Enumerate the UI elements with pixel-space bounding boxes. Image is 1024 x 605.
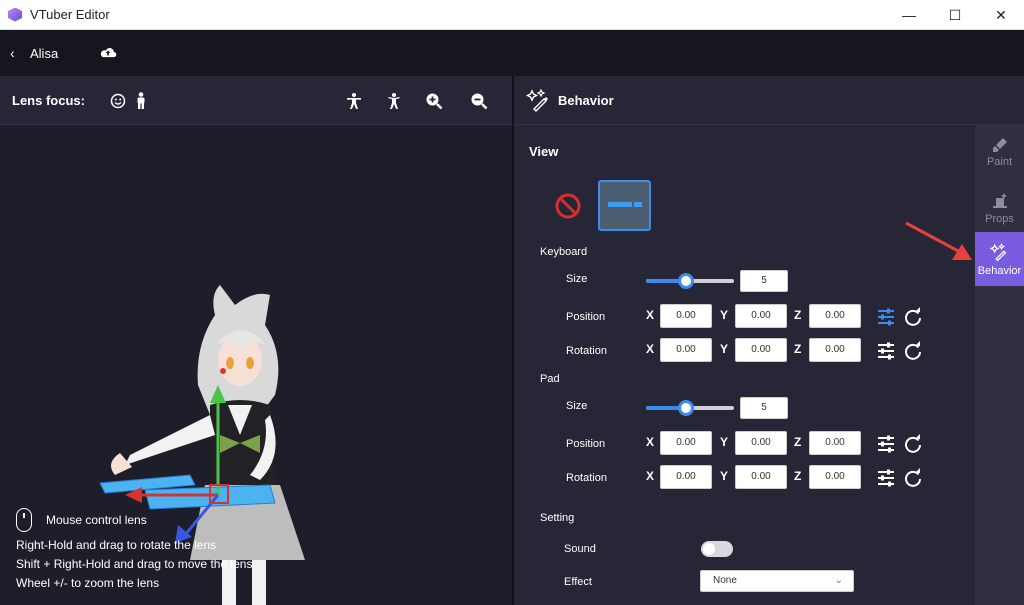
sound-toggle[interactable] (701, 541, 733, 557)
axis-y-label: Y (720, 308, 729, 322)
pad-rotation-y-input[interactable]: 0.00 (735, 465, 787, 489)
tab-behavior-label: Behavior (977, 264, 1022, 277)
magic-wand-icon (989, 242, 1006, 261)
pad-rotation-label: Rotation (566, 472, 607, 484)
tpose-view-icon[interactable] (385, 92, 403, 110)
keyboard-rotation-label: Rotation (566, 345, 607, 357)
view-section-title: View (529, 144, 559, 159)
close-button[interactable]: ✕ (978, 0, 1024, 30)
pad-position-x-input[interactable]: 0.00 (660, 431, 712, 455)
behavior-panel: View Keyboard Size 5 Position X 0.00 Y 0… (514, 125, 975, 605)
keyboard-rotation-x-input[interactable]: 0.00 (660, 338, 712, 362)
axis-y-label: Y (720, 342, 729, 356)
sound-toggle-knob (703, 543, 715, 555)
window-controls: — ☐ ✕ (886, 0, 1024, 30)
zoom-out-icon[interactable] (470, 92, 488, 110)
rotate-hint: Right-Hold and drag to rotate the lens (16, 538, 217, 552)
pad-position-adjust-icon[interactable] (876, 434, 896, 454)
axis-x-label: X (646, 469, 655, 483)
user-name[interactable]: Alisa (30, 46, 58, 61)
no-view-option-icon[interactable] (555, 193, 581, 219)
magic-wand-icon (526, 88, 548, 112)
behavior-title: Behavior (558, 92, 614, 108)
window-title: VTuber Editor (30, 7, 110, 22)
pad-position-label: Position (566, 438, 606, 450)
move-hint: Shift + Right-Hold and drag to move the … (16, 557, 253, 571)
magic-hat-icon (992, 193, 1007, 208)
axis-x-label: X (646, 308, 655, 322)
sound-label: Sound (564, 543, 596, 555)
zoom-hint: Wheel +/- to zoom the lens (16, 576, 160, 590)
keyboard-rotation-z-input[interactable]: 0.00 (809, 338, 861, 362)
pad-size-input[interactable]: 5 (740, 397, 788, 419)
pad-rotation-reset-icon[interactable] (903, 468, 923, 488)
effect-select[interactable]: None ⌄ (700, 570, 854, 592)
brush-icon (992, 138, 1007, 152)
minimize-button[interactable]: — (886, 0, 932, 30)
pad-position-reset-icon[interactable] (903, 434, 923, 454)
axis-y-label: Y (720, 435, 729, 449)
tab-props-label: Props (985, 213, 1014, 225)
axis-z-label: Z (794, 469, 802, 483)
lens-focus-label: Lens focus: (12, 92, 85, 108)
title-bar: VTuber Editor — ☐ ✕ (0, 0, 1024, 30)
keyboard-position-label: Position (566, 311, 606, 323)
keyboard-size-slider[interactable] (646, 273, 734, 289)
pad-rotation-x-input[interactable]: 0.00 (660, 465, 712, 489)
axis-z-label: Z (794, 308, 802, 322)
tab-behavior[interactable]: Behavior (975, 232, 1024, 286)
lens-controls-help: Mouse control lens Right-Hold and drag t… (16, 508, 252, 593)
chevron-down-icon: ⌄ (834, 575, 843, 586)
axis-y-label: Y (720, 469, 729, 483)
axis-z-label: Z (794, 342, 802, 356)
mouse-hint-row: Mouse control lens (16, 508, 252, 532)
effect-select-value: None (713, 575, 737, 586)
axis-x-label: X (646, 342, 655, 356)
keyboard-position-adjust-icon[interactable] (876, 307, 896, 327)
mouse-hint: Mouse control lens (46, 512, 147, 527)
full-body-view-icon[interactable] (345, 92, 363, 110)
keyboard-size-input[interactable]: 5 (740, 270, 788, 292)
body-focus-icon[interactable] (132, 92, 150, 110)
keyboard-section-title: Keyboard (540, 246, 588, 258)
pad-position-y-input[interactable]: 0.00 (735, 431, 787, 455)
tab-props[interactable]: Props (975, 181, 1024, 236)
effect-label: Effect (564, 576, 592, 588)
zoom-in-icon[interactable] (425, 92, 443, 110)
keyboard-size-knob[interactable] (677, 273, 694, 289)
maximize-button[interactable]: ☐ (932, 0, 978, 30)
pad-size-label: Size (566, 400, 588, 412)
keyboard-view-option[interactable] (598, 180, 651, 231)
pad-size-slider[interactable] (646, 400, 734, 416)
keyboard-rotation-y-input[interactable]: 0.00 (735, 338, 787, 362)
pad-position-z-input[interactable]: 0.00 (809, 431, 861, 455)
pad-size-knob[interactable] (677, 400, 694, 416)
keyboard-rotation-adjust-icon[interactable] (876, 341, 896, 361)
keyboard-position-reset-icon[interactable] (903, 307, 923, 327)
pad-section-title: Pad (540, 373, 560, 385)
setting-section-title: Setting (540, 512, 575, 524)
mouse-icon (16, 508, 32, 532)
keyboard-pad-preview-icon (608, 202, 642, 207)
annotation-arrow-icon (905, 221, 972, 260)
app-logo-icon (8, 7, 22, 22)
axis-z-label: Z (794, 435, 802, 449)
keyboard-position-x-input[interactable]: 0.00 (660, 304, 712, 328)
top-navigation: ‹ Alisa (0, 30, 1024, 76)
keyboard-position-y-input[interactable]: 0.00 (735, 304, 787, 328)
side-tab-bar: Paint Props Behavior (975, 125, 1024, 605)
axis-x-label: X (646, 435, 655, 449)
face-focus-icon[interactable] (109, 92, 127, 110)
keyboard-position-z-input[interactable]: 0.00 (809, 304, 861, 328)
3d-viewport[interactable]: Mouse control lens Right-Hold and drag t… (0, 125, 512, 605)
tab-paint[interactable]: Paint (975, 125, 1024, 180)
keyboard-size-label: Size (566, 273, 588, 285)
pad-rotation-adjust-icon[interactable] (876, 468, 896, 488)
keyboard-rotation-reset-icon[interactable] (903, 341, 923, 361)
cloud-upload-icon[interactable] (98, 43, 118, 63)
tab-paint-label: Paint (986, 156, 1013, 168)
behavior-header: Behavior (514, 76, 1024, 125)
pad-rotation-z-input[interactable]: 0.00 (809, 465, 861, 489)
back-arrow-icon[interactable]: ‹ (10, 45, 24, 61)
